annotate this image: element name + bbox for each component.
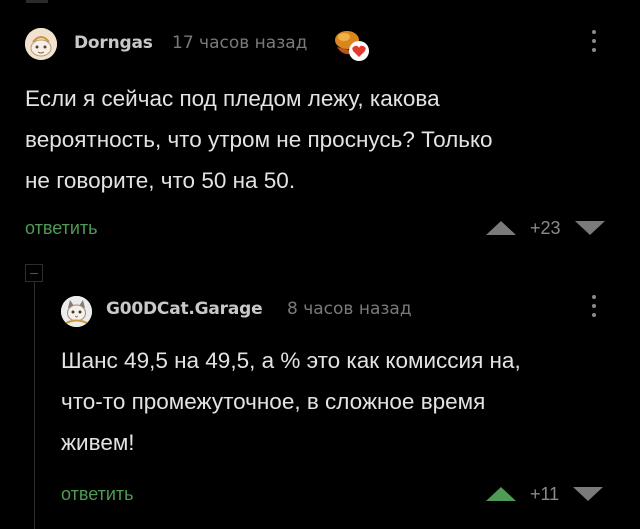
- collapse-thread-button[interactable]: [25, 264, 43, 282]
- avatar[interactable]: [61, 296, 92, 327]
- avatar-cat-icon: [61, 296, 92, 327]
- comment-text: Если я сейчас под пледом лежу, какова ве…: [25, 86, 493, 193]
- reply-link[interactable]: ответить: [25, 218, 98, 239]
- upvote-icon[interactable]: [484, 219, 518, 237]
- comment-text: Шанс 49,5 на 49,5, а % это как комиссия …: [61, 348, 521, 455]
- downvote-icon[interactable]: [573, 219, 607, 237]
- avatar[interactable]: [25, 28, 57, 60]
- score: +11: [530, 483, 560, 504]
- author-name[interactable]: G00DCat.Garage: [106, 299, 263, 319]
- author-name[interactable]: Dorngas: [74, 33, 153, 53]
- timestamp[interactable]: 17 часов назад: [172, 33, 307, 53]
- more-options-icon[interactable]: [590, 30, 598, 60]
- reply-link[interactable]: ответить: [61, 484, 134, 505]
- thread-line[interactable]: [34, 282, 35, 529]
- score: +23: [530, 217, 561, 238]
- downvote-icon[interactable]: [571, 485, 605, 503]
- award-badge-icon[interactable]: [333, 27, 371, 63]
- upvote-icon[interactable]: [484, 485, 518, 503]
- vote-controls: +11: [484, 482, 605, 506]
- divider: [26, 0, 48, 3]
- vote-controls: +23: [484, 216, 607, 240]
- timestamp[interactable]: 8 часов назад: [287, 299, 412, 319]
- avatar-sketch-icon: [25, 28, 57, 60]
- more-options-icon[interactable]: [590, 295, 598, 325]
